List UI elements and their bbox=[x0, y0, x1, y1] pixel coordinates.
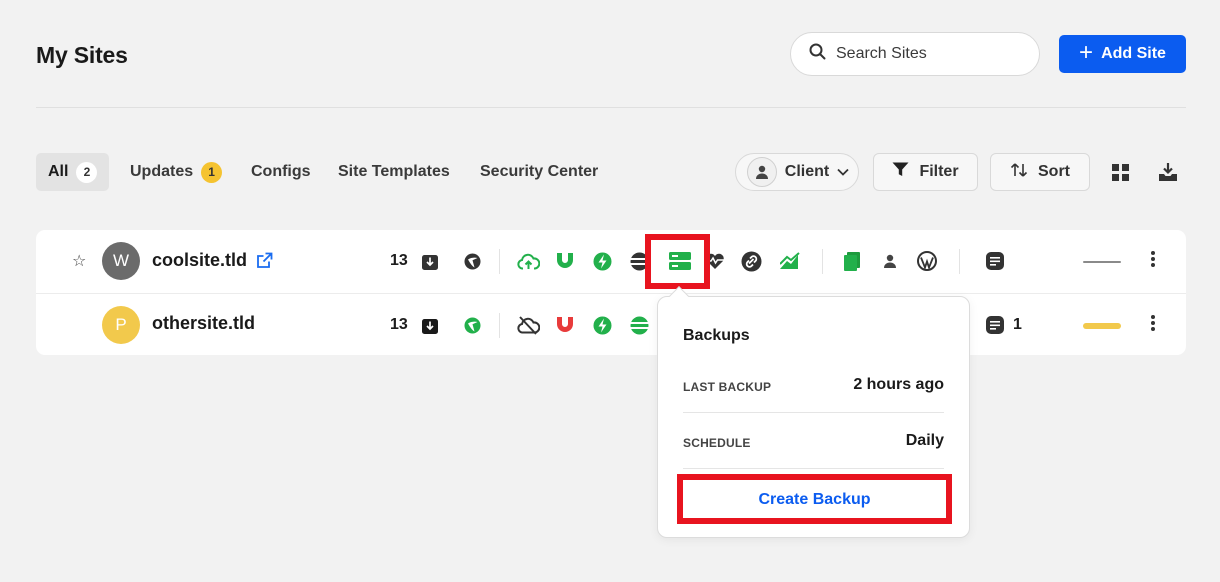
notes-count: 1 bbox=[1013, 316, 1022, 333]
tab-configs[interactable]: Configs bbox=[251, 153, 311, 191]
header-divider bbox=[36, 107, 1186, 108]
client-user-icon[interactable] bbox=[878, 249, 902, 273]
broken-links-icon[interactable] bbox=[739, 249, 763, 273]
updates-count[interactable]: 13 bbox=[390, 316, 408, 334]
performance-bolt-icon[interactable] bbox=[590, 249, 614, 273]
avatar: W bbox=[102, 242, 140, 280]
theme-icon[interactable] bbox=[460, 249, 484, 273]
plus-icon: + bbox=[1079, 39, 1094, 66]
wordpress-icon[interactable] bbox=[915, 249, 939, 273]
add-site-button[interactable]: + Add Site bbox=[1059, 35, 1186, 73]
security-shield-icon[interactable] bbox=[553, 249, 577, 273]
page-title: My Sites bbox=[36, 42, 128, 68]
search-input[interactable] bbox=[836, 45, 1016, 63]
popover-title: Backups bbox=[683, 327, 750, 344]
schedule-value: Daily bbox=[905, 432, 944, 449]
notes-icon[interactable] bbox=[983, 249, 1007, 273]
external-link-icon[interactable] bbox=[256, 252, 273, 274]
table-row[interactable]: ☆ W coolsite.tld 13 bbox=[36, 230, 1186, 292]
chevron-down-icon bbox=[837, 163, 849, 181]
cloud-off-icon[interactable] bbox=[516, 313, 540, 337]
tab-updates-count: 1 bbox=[201, 161, 223, 183]
backups-icon-highlight bbox=[645, 234, 710, 289]
sites-table: ☆ W coolsite.tld 13 P othersite.tld 13 1 bbox=[36, 230, 1186, 355]
tab-security-center[interactable]: Security Center bbox=[480, 153, 598, 191]
cloud-upload-icon[interactable] bbox=[516, 249, 540, 273]
last-backup-value: 2 hours ago bbox=[853, 376, 944, 393]
health-bar bbox=[1083, 323, 1121, 329]
sort-icon bbox=[1010, 162, 1028, 183]
download-icon[interactable] bbox=[1156, 160, 1180, 184]
analytics-chart-icon[interactable] bbox=[778, 249, 802, 273]
schedule-label: SCHEDULE bbox=[683, 436, 751, 450]
table-row[interactable]: P othersite.tld 13 1 bbox=[36, 293, 1186, 355]
uptime-icon[interactable] bbox=[627, 313, 651, 337]
update-download-icon[interactable] bbox=[418, 313, 442, 337]
filter-icon bbox=[892, 162, 909, 182]
notes-icon[interactable] bbox=[983, 313, 1007, 337]
last-backup-label: LAST BACKUP bbox=[683, 380, 772, 394]
more-options-icon[interactable] bbox=[1150, 314, 1156, 337]
search-box[interactable] bbox=[790, 32, 1040, 76]
security-shield-icon[interactable] bbox=[553, 313, 577, 337]
user-icon bbox=[746, 157, 777, 187]
filter-button[interactable]: Filter bbox=[873, 153, 978, 191]
tab-all-count: 2 bbox=[76, 161, 98, 183]
create-backup-highlight bbox=[677, 474, 952, 524]
client-dropdown[interactable]: Client bbox=[735, 153, 859, 191]
performance-bolt-icon[interactable] bbox=[590, 313, 614, 337]
tab-updates[interactable]: Updates 1 bbox=[130, 153, 223, 191]
star-icon[interactable]: ☆ bbox=[72, 251, 86, 271]
tab-all[interactable]: All 2 bbox=[36, 153, 110, 191]
site-name[interactable]: coolsite.tld bbox=[152, 250, 247, 271]
site-name[interactable]: othersite.tld bbox=[152, 313, 255, 334]
search-icon bbox=[809, 43, 826, 65]
sort-button[interactable]: Sort bbox=[990, 153, 1090, 191]
more-options-icon[interactable] bbox=[1150, 250, 1156, 273]
health-bar bbox=[1083, 261, 1121, 263]
avatar: P bbox=[102, 306, 140, 344]
grid-view-icon[interactable] bbox=[1108, 160, 1132, 184]
update-download-icon[interactable] bbox=[418, 249, 442, 273]
theme-icon[interactable] bbox=[460, 313, 484, 337]
reports-icon[interactable] bbox=[840, 249, 864, 273]
tab-site-templates[interactable]: Site Templates bbox=[338, 153, 450, 191]
updates-count[interactable]: 13 bbox=[390, 252, 408, 270]
